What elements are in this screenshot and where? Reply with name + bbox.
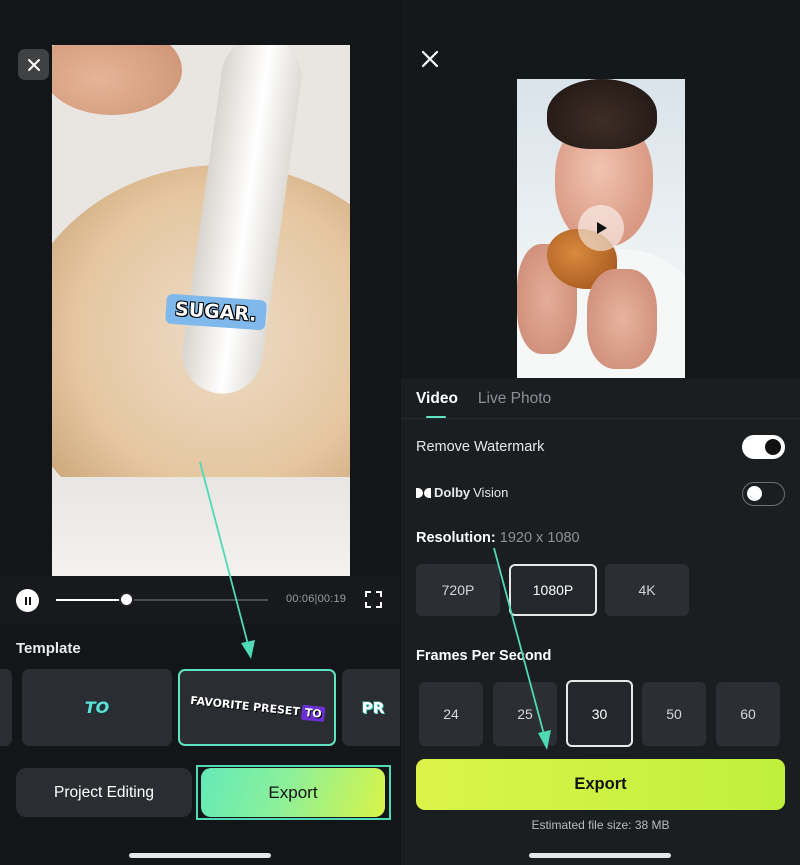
fullscreen-icon[interactable] [365, 591, 382, 608]
dolby-vision-label: Dolby Vision [416, 485, 508, 500]
template-label: PR [361, 698, 385, 717]
resolution-option-1080p[interactable]: 1080P [509, 564, 597, 616]
playback-controls: 00:06|00:19 [0, 576, 400, 624]
pause-button[interactable] [16, 589, 39, 612]
project-editing-button[interactable]: Project Editing [16, 768, 192, 817]
close-button[interactable] [18, 49, 49, 80]
fps-option-50[interactable]: 50 [642, 682, 706, 746]
estimated-file-size: Estimated file size: 38 MB [531, 818, 670, 832]
tab-video[interactable]: Video [416, 390, 458, 420]
video-preview[interactable]: SUGAR. [52, 45, 350, 577]
fps-option-24[interactable]: 24 [419, 682, 483, 746]
dolby-vision-toggle[interactable] [742, 482, 785, 506]
fps-option-60[interactable]: 60 [716, 682, 780, 746]
fps-title: Frames Per Second [416, 648, 552, 664]
template-card-partial[interactable] [0, 669, 12, 746]
tab-live-photo[interactable]: Live Photo [478, 390, 551, 420]
home-indicator [129, 853, 271, 858]
template-editor-screen: SUGAR. 00:06|00:19 Template TO FAVORITE … [0, 0, 400, 865]
remove-watermark-label: Remove Watermark [416, 439, 545, 455]
close-icon [27, 58, 40, 71]
play-button[interactable] [578, 205, 624, 251]
home-indicator [529, 853, 671, 858]
preview-table-image [52, 477, 350, 577]
template-card-to[interactable]: TO [22, 669, 172, 746]
template-label: FAVORITE PRESET TO [189, 694, 325, 723]
export-button[interactable]: Export [201, 768, 385, 817]
template-label: TO [84, 698, 110, 717]
export-settings-screen: Video Live Photo Remove Watermark Dolby V… [401, 0, 800, 865]
resolution-option-4k[interactable]: 4K [605, 564, 689, 616]
fps-option-25[interactable]: 25 [493, 682, 557, 746]
timecode: 00:06|00:19 [286, 593, 347, 605]
export-tabs: Video Live Photo [416, 390, 551, 420]
fps-option-30[interactable]: 30 [566, 680, 633, 747]
thumbnail-hair [547, 79, 657, 149]
remove-watermark-toggle[interactable] [742, 435, 785, 459]
export-button[interactable]: Export [416, 759, 785, 810]
seek-bar[interactable] [56, 592, 268, 607]
close-icon[interactable] [421, 50, 439, 68]
tabs-divider [401, 418, 800, 419]
thumbnail-hand [587, 269, 657, 369]
template-card-favorite-preset[interactable]: FAVORITE PRESET TO [178, 669, 336, 746]
seek-bar-progress [56, 599, 126, 601]
template-card-pr[interactable]: PR [342, 669, 400, 746]
dolby-logo-icon [416, 487, 431, 498]
resolution-title: Resolution: 1920 x 1080 [416, 530, 580, 546]
seek-bar-handle[interactable] [118, 592, 134, 607]
play-icon [597, 222, 607, 234]
preview-hand-image [52, 45, 182, 115]
export-settings-sheet: Video Live Photo Remove Watermark Dolby V… [401, 378, 800, 865]
resolution-option-720p[interactable]: 720P [416, 564, 500, 616]
export-video-thumbnail[interactable] [517, 79, 685, 379]
template-title: Template [16, 640, 81, 657]
pause-icon [24, 596, 27, 605]
